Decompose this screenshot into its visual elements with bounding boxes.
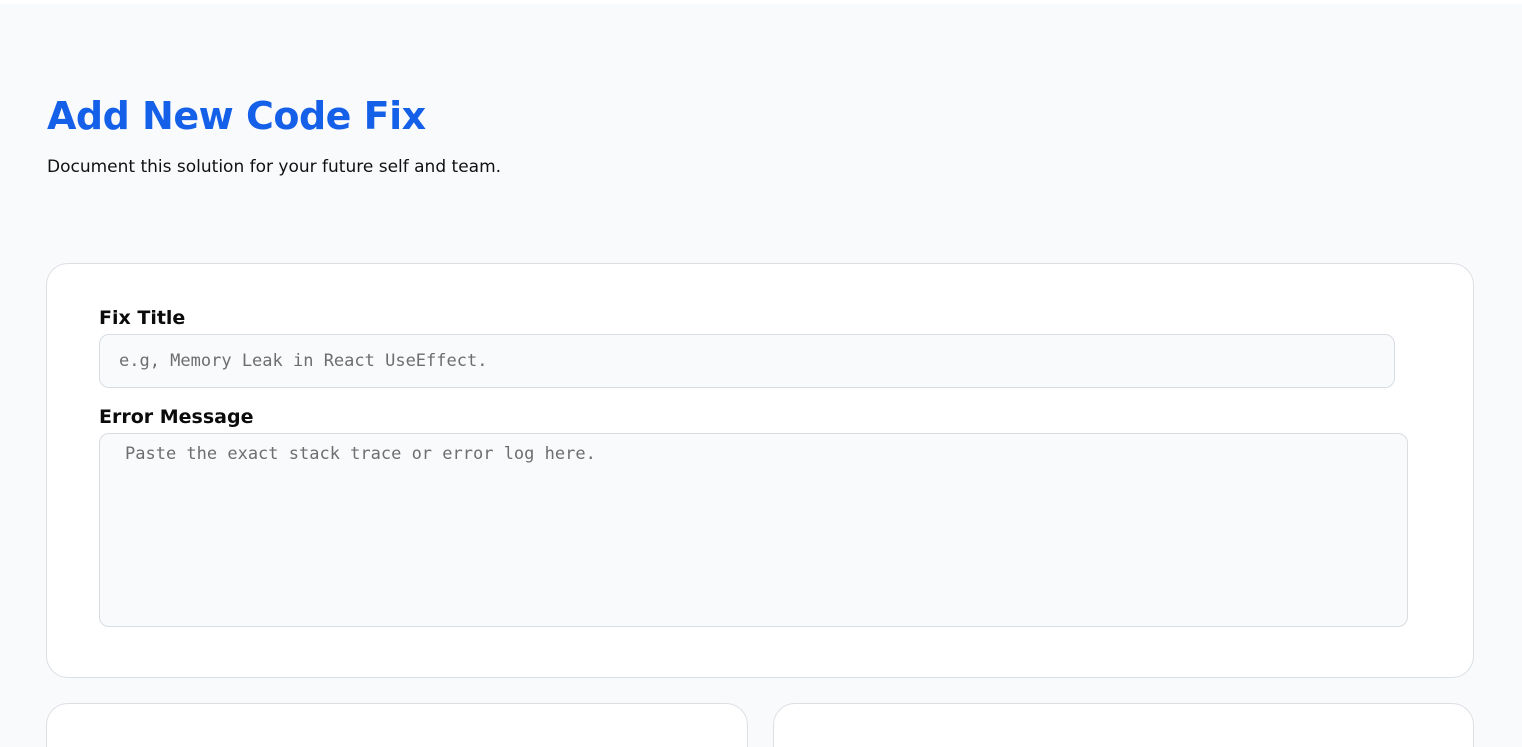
error-message-label: Error Message [99,406,254,428]
page: Add New Code Fix Document this solution … [0,0,1522,747]
error-message-textarea[interactable] [99,433,1408,627]
page-title: Add New Code Fix [47,94,426,138]
bottom-right-card [773,703,1474,747]
fix-title-input[interactable] [99,334,1395,388]
fix-details-card: Fix Title Error Message [46,263,1474,678]
page-subtitle: Document this solution for your future s… [47,157,502,177]
top-strip [0,0,1522,4]
fix-title-label: Fix Title [99,307,186,329]
bottom-left-card [46,703,748,747]
